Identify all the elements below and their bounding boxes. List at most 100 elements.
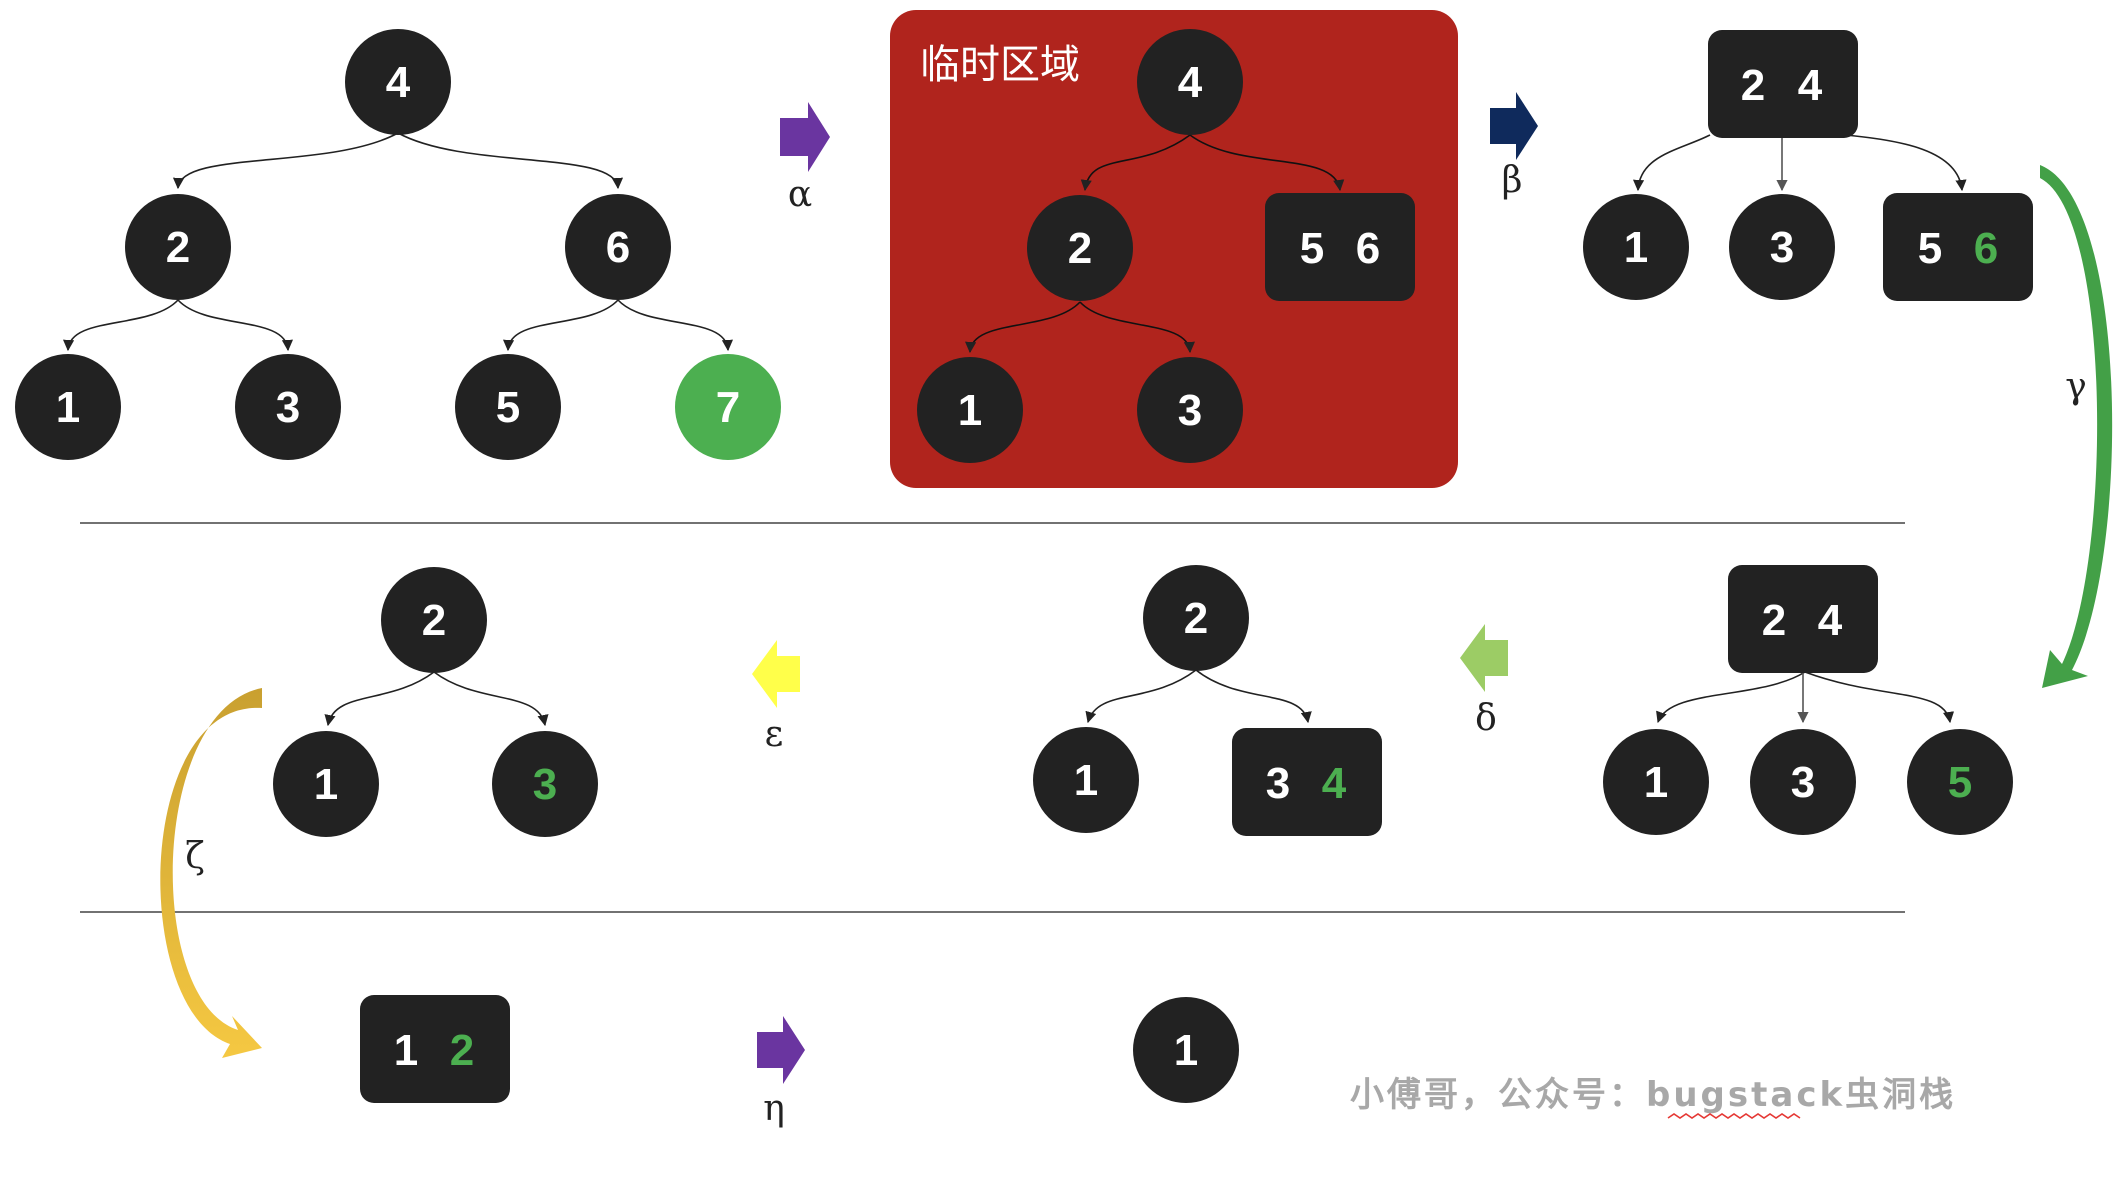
tree-node: 3 [1729, 194, 1835, 300]
node-value: 1 [1074, 756, 1098, 805]
transition-alpha: α [780, 102, 830, 215]
tree-node: 3 [1750, 729, 1856, 835]
edges [324, 671, 549, 727]
transition-label: β [1502, 160, 1523, 201]
node-value: 4 [1178, 58, 1203, 107]
edge [177, 299, 293, 352]
node-value: 4 [386, 58, 411, 107]
tree-node-multi-key: 2 4 [1708, 30, 1858, 138]
stage-8: 1 [1133, 997, 1239, 1103]
node-key: 5 [1300, 224, 1324, 273]
stage-3: 2 4 1 3 5 6 [1583, 30, 2033, 301]
curved-gold-arrow-icon [160, 688, 262, 1058]
tree-node-highlighted: 7 [675, 354, 781, 460]
node-key: 2 [1741, 61, 1765, 110]
transition-beta: β [1490, 92, 1538, 201]
tree-node-multi-key: 3 4 [1232, 728, 1382, 836]
tree-node: 2 [381, 567, 487, 673]
transition-delta: δ [1460, 624, 1508, 739]
purple-arrow-icon [780, 102, 830, 172]
tree-node: 2 [125, 194, 231, 300]
b-tree-deletion-diagram: 4 2 6 1 3 5 7 α 临时区域 4 2 5 6 1 3 β 2 4 1… [15, 10, 2113, 1129]
transition-label: ε [765, 714, 784, 755]
tree-node: 4 [345, 29, 451, 135]
temp-region-label: 临时区域 [920, 42, 1080, 88]
tree-node-multi-key: 5 6 [1265, 193, 1415, 301]
tree-node: 5 [1907, 729, 2013, 835]
node-key: 6 [1356, 224, 1380, 273]
edge [63, 299, 179, 352]
node-value: 1 [1624, 223, 1648, 272]
edges [1656, 671, 1955, 724]
tree-node: 2 [1143, 565, 1249, 671]
edge [617, 299, 733, 352]
node-key: 3 [1266, 759, 1290, 808]
stage-4: 2 4 1 3 5 [1603, 565, 2013, 835]
edge [1804, 671, 1955, 724]
purple-arrow-icon [757, 1016, 805, 1084]
edge [172, 132, 399, 190]
node-value: 1 [958, 386, 982, 435]
node-key-highlighted: 4 [1322, 759, 1347, 808]
edge [433, 671, 549, 727]
node-value: 3 [1770, 223, 1794, 272]
transition-gamma: γ [2040, 165, 2113, 688]
edge [1195, 669, 1312, 724]
node-value: 2 [422, 596, 446, 645]
tree-node: 4 [1137, 29, 1243, 135]
tree-node-multi-key: 2 4 [1728, 565, 1878, 673]
node-key: 1 [394, 1026, 418, 1075]
watermark-underline [1667, 1113, 1801, 1119]
node-value: 5 [496, 383, 520, 432]
stage-temp-region: 临时区域 4 2 5 6 1 3 [890, 10, 1458, 488]
transition-label: α [788, 174, 812, 215]
node-value: 3 [1791, 758, 1815, 807]
stage-7: 1 2 [360, 995, 510, 1103]
stage-5: 2 1 3 4 [1033, 565, 1382, 836]
transition-label: γ [2065, 366, 2087, 407]
edges [1632, 134, 1967, 192]
tree-node: 3 [235, 354, 341, 460]
tree-node: 5 [455, 354, 561, 460]
tree-node: 1 [1033, 727, 1139, 833]
edge [324, 671, 435, 727]
node-value: 2 [1184, 594, 1208, 643]
node-value: 3 [1178, 386, 1202, 435]
node-value-highlighted: 3 [533, 760, 557, 809]
tree-node: 1 [15, 354, 121, 460]
tree-node: 3 [1137, 357, 1243, 463]
tree-node: 1 [1603, 729, 1709, 835]
edge [1844, 134, 1967, 192]
node-value: 7 [716, 383, 740, 432]
node-value-highlighted: 5 [1948, 758, 1972, 807]
node-value: 2 [166, 223, 190, 272]
edge [1632, 134, 1711, 192]
stage-6: 2 1 3 [273, 567, 598, 837]
tree-node: 2 [1027, 195, 1133, 301]
tree-node: 1 [1133, 997, 1239, 1103]
node-value: 1 [314, 760, 338, 809]
yellow-arrow-icon [752, 640, 800, 708]
node-key: 2 [1762, 596, 1786, 645]
tree-node-multi-key: 1 2 [360, 995, 510, 1103]
navy-arrow-icon [1490, 92, 1538, 160]
transition-eta: η [757, 1016, 805, 1129]
node-value: 1 [1174, 1026, 1198, 1075]
node-key: 5 [1918, 224, 1942, 273]
node-key-highlighted: 2 [450, 1026, 474, 1075]
node-value: 6 [606, 223, 630, 272]
edge [397, 132, 624, 190]
stage-initial-tree: 4 2 6 1 3 5 7 [15, 29, 781, 460]
edge [1085, 669, 1197, 724]
tree-node: 1 [1583, 194, 1689, 300]
tree-node-multi-key: 5 6 [1883, 193, 2033, 301]
watermark: 小傅哥，公众号：bugstack虫洞栈 [1350, 1075, 1956, 1115]
node-key-highlighted: 6 [1974, 224, 1998, 273]
node-value: 3 [276, 383, 300, 432]
edge [503, 299, 619, 352]
node-key: 4 [1818, 596, 1843, 645]
edges [1085, 669, 1312, 724]
transition-label: ζ [185, 836, 205, 877]
tree-node: 6 [565, 194, 671, 300]
transition-epsilon: ε [752, 640, 800, 755]
